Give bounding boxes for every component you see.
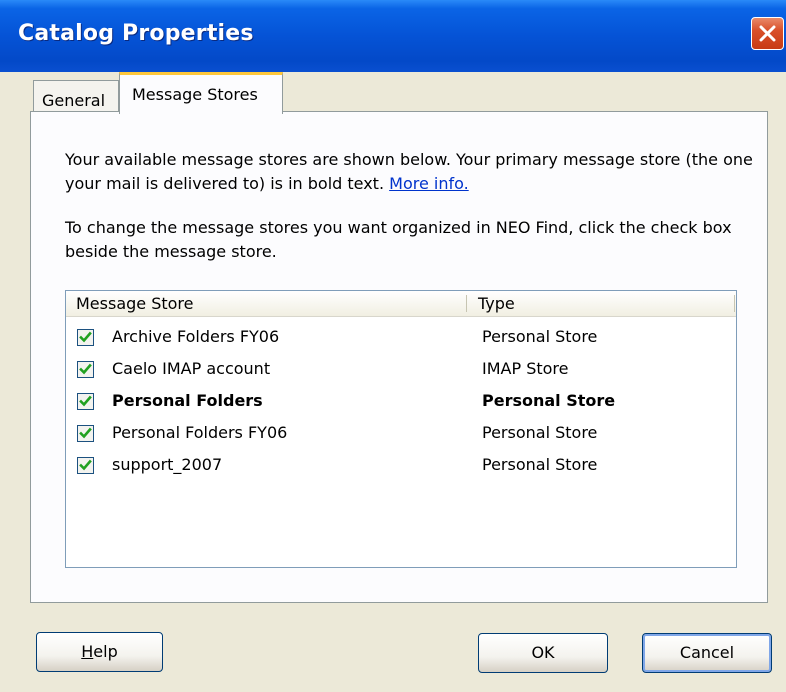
column-divider-end [734, 295, 735, 312]
list-header: Message Store Type [66, 291, 736, 317]
store-checkbox[interactable] [77, 457, 94, 474]
check-icon [79, 395, 92, 407]
store-name: support_2007 [112, 455, 223, 474]
store-checkbox[interactable] [77, 329, 94, 346]
store-name: Personal Folders [112, 391, 263, 410]
help-label: elp [93, 642, 118, 661]
store-type: Personal Store [482, 455, 598, 474]
store-name: Archive Folders FY06 [112, 327, 280, 346]
store-checkbox[interactable] [77, 361, 94, 378]
list-item[interactable]: Personal Folders Personal Store [66, 387, 736, 419]
tab-message-stores[interactable]: Message Stores [119, 72, 283, 114]
list-item[interactable]: Personal Folders FY06 Personal Store [66, 419, 736, 451]
help-mnemonic: H [81, 642, 94, 661]
tab-general[interactable]: General [33, 80, 119, 113]
close-icon [759, 25, 776, 42]
description-change-stores: To change the message stores you want or… [65, 218, 732, 261]
check-icon [79, 331, 92, 343]
more-info-link[interactable]: More info. [389, 174, 469, 193]
message-stores-panel: Your available message stores are shown … [30, 111, 768, 603]
store-checkbox[interactable] [77, 393, 94, 410]
cancel-button[interactable]: Cancel [642, 633, 772, 673]
store-name: Personal Folders FY06 [112, 423, 288, 442]
store-name: Caelo IMAP account [112, 359, 271, 378]
list-item[interactable]: support_2007 Personal Store [66, 451, 736, 483]
column-header-message-store[interactable]: Message Store [76, 294, 194, 313]
dialog-title: Catalog Properties [18, 21, 254, 46]
store-type: Personal Store [482, 391, 616, 410]
store-type: Personal Store [482, 423, 598, 442]
help-button[interactable]: Help [36, 632, 163, 672]
store-type: Personal Store [482, 327, 598, 346]
check-icon [79, 427, 92, 439]
message-store-list[interactable]: Message Store Type Archive Folders FY06 P… [65, 290, 737, 568]
catalog-properties-dialog: Catalog Properties General Message Store… [0, 0, 786, 692]
close-button[interactable] [751, 17, 784, 50]
store-type: IMAP Store [482, 359, 569, 378]
description-primary-store: Your available message stores are shown … [65, 148, 755, 196]
column-header-type[interactable]: Type [478, 294, 515, 313]
check-icon [79, 363, 92, 375]
check-icon [79, 459, 92, 471]
list-item[interactable]: Caelo IMAP account IMAP Store [66, 355, 736, 387]
title-bar[interactable]: Catalog Properties [0, 0, 786, 72]
ok-button[interactable]: OK [478, 633, 608, 673]
store-checkbox[interactable] [77, 425, 94, 442]
column-divider[interactable] [466, 295, 467, 312]
list-item[interactable]: Archive Folders FY06 Personal Store [66, 323, 736, 355]
